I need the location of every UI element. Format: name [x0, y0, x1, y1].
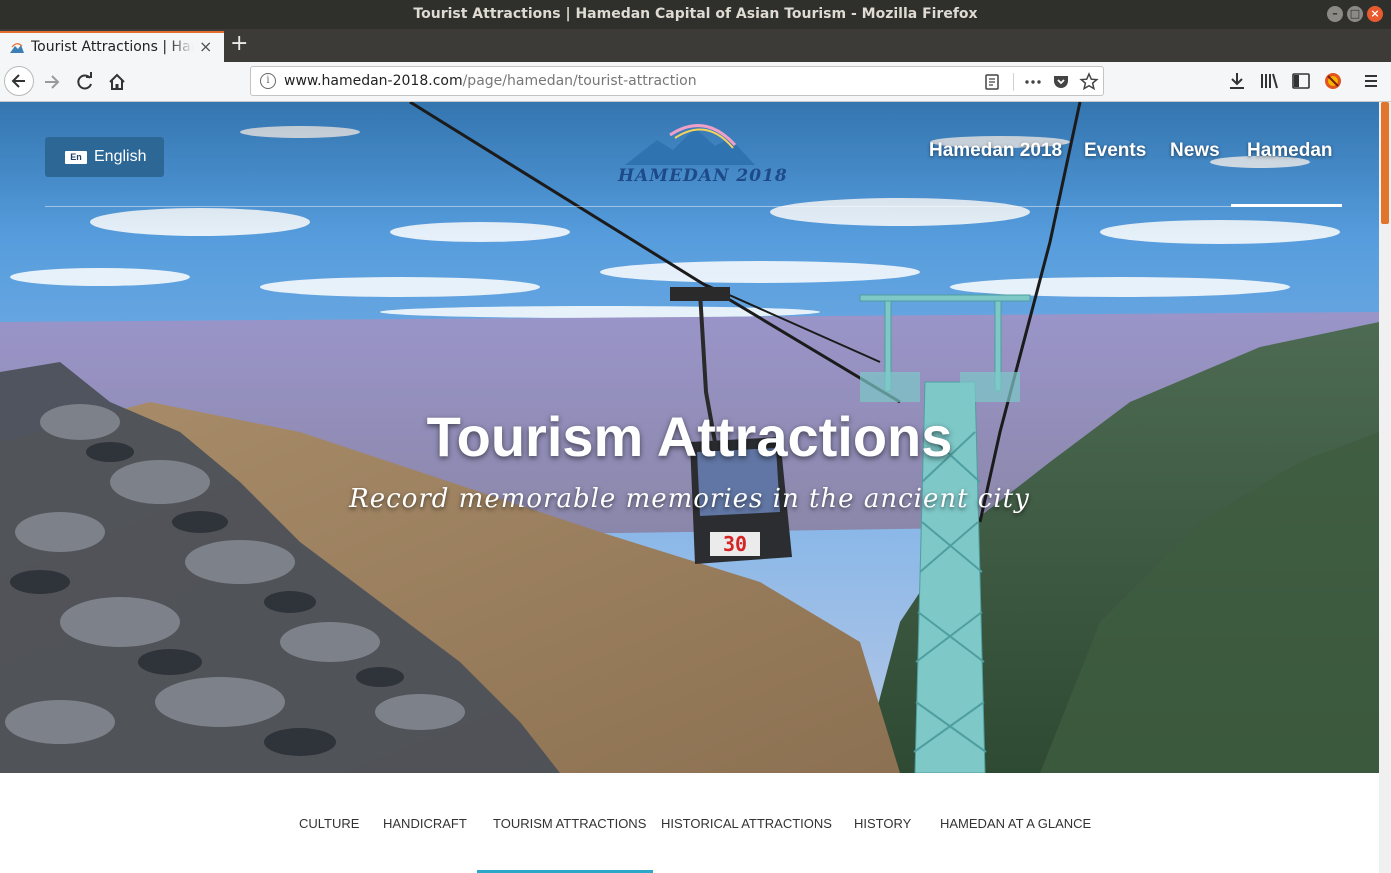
- language-label: English: [94, 148, 147, 165]
- nav-events[interactable]: Events: [1084, 140, 1146, 162]
- library-icon[interactable]: [1256, 68, 1282, 94]
- subnav-historical-attractions[interactable]: HISTORICAL ATTRACTIONS: [661, 816, 832, 831]
- navigation-toolbar: i www.hamedan-2018.com/page/hamedan/tour…: [0, 62, 1391, 102]
- site-logo[interactable]: HAMEDAN 2018: [615, 120, 787, 192]
- scrollbar-thumb[interactable]: [1381, 102, 1389, 224]
- tab-label: Tourist Attractions | Hamedan Capital of…: [31, 39, 193, 55]
- subnav-handicraft[interactable]: HANDICRAFT: [383, 816, 467, 831]
- page-viewport: 30 En English HAMEDAN 2018 Hamedan 2018 …: [0, 102, 1379, 873]
- section-subnav: CULTURE HANDICRAFT TOURISM ATTRACTIONS H…: [0, 773, 1379, 873]
- download-icon[interactable]: [1224, 68, 1250, 94]
- reload-icon[interactable]: [71, 68, 99, 96]
- nav-news[interactable]: News: [1170, 140, 1220, 162]
- sidebar-icon[interactable]: [1288, 68, 1314, 94]
- subnav-culture[interactable]: CULTURE: [299, 816, 359, 831]
- site-favicon-icon: [10, 43, 24, 53]
- star-icon[interactable]: [1077, 70, 1101, 94]
- window-controls: – □ ×: [1327, 6, 1383, 22]
- maximize-button[interactable]: □: [1347, 6, 1363, 22]
- url-path: /page/hamedan/tourist-attraction: [462, 73, 697, 89]
- logo-text: HAMEDAN 2018: [618, 166, 788, 186]
- logo-mountain-icon: [625, 124, 755, 165]
- url-host: www.hamedan-2018.com: [284, 73, 463, 89]
- header-divider: [45, 206, 1342, 207]
- forward-arrow-icon[interactable]: [38, 68, 66, 96]
- home-icon[interactable]: [103, 68, 131, 96]
- window-title: Tourist Attractions | Hamedan Capital of…: [413, 6, 978, 22]
- hamburger-menu-icon[interactable]: [1358, 68, 1384, 94]
- info-icon[interactable]: i: [260, 73, 276, 89]
- hero-banner: 30 En English HAMEDAN 2018 Hamedan 2018 …: [0, 102, 1379, 773]
- tab-close-icon[interactable]: ×: [199, 37, 212, 56]
- pocket-icon[interactable]: [1049, 70, 1073, 94]
- nav-hamedan-2018[interactable]: Hamedan 2018: [929, 140, 1062, 162]
- addon-icon[interactable]: [1320, 68, 1346, 94]
- cabin-number: 30: [723, 532, 747, 556]
- tab-strip: Tourist Attractions | Hamedan Capital of…: [0, 29, 1391, 62]
- page-scrollbar[interactable]: [1379, 102, 1391, 873]
- subnav-history[interactable]: HISTORY: [854, 816, 911, 831]
- nav-hamedan[interactable]: Hamedan: [1247, 140, 1333, 162]
- minimize-button[interactable]: –: [1327, 6, 1343, 22]
- close-window-button[interactable]: ×: [1367, 6, 1383, 22]
- reader-view-icon[interactable]: [980, 70, 1004, 94]
- language-button[interactable]: En English: [45, 137, 164, 177]
- hero-title: Tourism Attractions: [426, 405, 953, 468]
- url-bar[interactable]: i www.hamedan-2018.com/page/hamedan/tour…: [250, 66, 1104, 96]
- more-actions-icon[interactable]: [1021, 70, 1045, 94]
- subnav-hamedan-at-a-glance[interactable]: HAMEDAN AT A GLANCE: [940, 816, 1091, 831]
- url-text[interactable]: www.hamedan-2018.com/page/hamedan/touris…: [284, 73, 697, 89]
- tab-tourist-attractions[interactable]: Tourist Attractions | Hamedan Capital of…: [0, 31, 224, 62]
- window-titlebar: Tourist Attractions | Hamedan Capital of…: [0, 0, 1391, 29]
- new-tab-button[interactable]: +: [230, 31, 248, 56]
- nav-active-indicator: [1231, 204, 1342, 207]
- subnav-tourism-attractions[interactable]: TOURISM ATTRACTIONS: [493, 816, 646, 831]
- back-arrow-icon[interactable]: [4, 66, 34, 96]
- url-separator: [1013, 73, 1014, 91]
- hero-subtitle: Record memorable memories in the ancient…: [349, 484, 1030, 514]
- language-badge: En: [65, 151, 87, 164]
